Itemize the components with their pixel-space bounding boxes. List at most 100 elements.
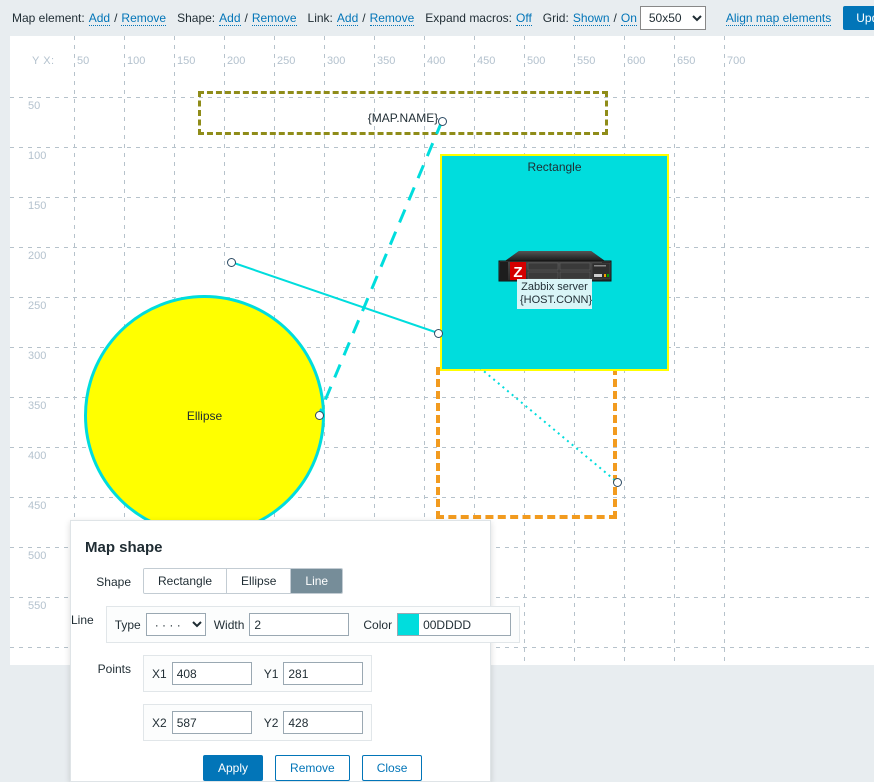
ruler-x-tick: 500 <box>527 55 546 67</box>
shape-option-ellipse[interactable]: Ellipse <box>227 569 292 593</box>
ruler-x-tick: 400 <box>427 55 446 67</box>
expand-macros-label: Expand macros: <box>425 11 512 25</box>
ruler-y-tick: 150 <box>28 200 47 212</box>
ruler-x-tick: 700 <box>727 55 746 67</box>
map-name-shape[interactable]: {MAP.NAME} <box>198 91 608 135</box>
grid-label: Grid: <box>542 11 569 25</box>
handle-rect-topleft[interactable] <box>438 117 447 126</box>
element-label-line1: Zabbix server <box>521 281 588 293</box>
separator-4: / <box>613 11 617 25</box>
link-group: Link: Add / Remove <box>308 11 416 26</box>
grid-group: Grid: Shown / On 20x2040x4050x5075x75100… <box>543 6 706 30</box>
y2-label: Y2 <box>263 715 279 730</box>
shape-label: Shape: <box>177 11 216 25</box>
line-color-input[interactable] <box>419 613 512 636</box>
apply-button[interactable]: Apply <box>203 755 264 781</box>
ruler-x-tick: 50 <box>77 55 90 67</box>
separator-3: / <box>362 11 366 25</box>
ruler-y-tick: 550 <box>28 600 47 612</box>
map-element-remove-link[interactable]: Remove <box>121 11 167 26</box>
shape-option-rectangle[interactable]: Rectangle <box>144 569 228 593</box>
ruler-x-tick: 300 <box>327 55 346 67</box>
shape-remove-link[interactable]: Remove <box>251 11 297 26</box>
close-button[interactable]: Close <box>361 755 423 781</box>
map-element-label[interactable]: Zabbix server {HOST.CONN} <box>517 279 592 309</box>
handle-rect-bottomleft[interactable] <box>434 329 443 338</box>
handle-ellipse-right[interactable] <box>315 411 324 420</box>
remove-button[interactable]: Remove <box>275 755 350 781</box>
shape-row: Shape Rectangle Ellipse Line <box>71 568 490 594</box>
grid-size-select[interactable]: 20x2040x4050x5075x75100x100 <box>639 6 706 30</box>
ruler-x-tick: 200 <box>227 55 246 67</box>
map-shape-dialog: Map shape Shape Rectangle Ellipse Line Lin… <box>70 520 521 782</box>
x2-label: X2 <box>152 715 167 730</box>
update-button[interactable]: Update <box>843 6 874 30</box>
align-map-elements-link[interactable]: Align map elements <box>725 11 832 26</box>
handle-line-end[interactable] <box>613 478 622 487</box>
ruler-y-tick: 500 <box>28 550 47 562</box>
grid-line-vertical <box>674 36 675 665</box>
shape-group: Shape: Add / Remove <box>177 11 297 26</box>
y2-input[interactable] <box>283 711 364 734</box>
width-label: Width <box>213 617 245 632</box>
separator-1: / <box>114 11 118 25</box>
ruler-y-tick: 400 <box>28 450 47 462</box>
link-remove-link[interactable]: Remove <box>369 11 415 26</box>
shape-field-label: Shape <box>96 575 131 589</box>
ruler-y-tick: 450 <box>28 500 47 512</box>
map-editor-toolbar: Map element: Add / Remove Shape: Add / R… <box>0 0 874 36</box>
grid-line-vertical <box>724 36 725 665</box>
map-element-add-link[interactable]: Add <box>88 11 111 26</box>
expand-macros-toggle[interactable]: Off <box>516 11 532 26</box>
shape-option-line[interactable]: Line <box>291 569 343 593</box>
grid-on-toggle[interactable]: On <box>620 11 637 26</box>
ruler-x-tick: 600 <box>627 55 646 67</box>
point-1-box: X1 Y1 <box>143 655 373 692</box>
dialog-title: Map shape <box>85 539 163 556</box>
map-name-text: {MAP.NAME} <box>367 111 439 125</box>
ruler-y-tick: 350 <box>28 400 47 412</box>
grid-line-horizontal <box>10 147 874 148</box>
shape-add-link[interactable]: Add <box>219 11 241 26</box>
ruler-x-tick: 100 <box>127 55 146 67</box>
ellipse-shape[interactable]: Ellipse <box>84 295 325 536</box>
points-field-label-spacer <box>71 704 131 711</box>
line-field-label: Line <box>71 613 94 627</box>
points-row-1: Points X1 Y1 <box>71 655 490 692</box>
ellipse-shape-label: Ellipse <box>186 408 223 423</box>
ruler-y-tick: 200 <box>28 250 47 262</box>
points-field-label: Points <box>97 662 131 676</box>
shape-type-segmented-control[interactable]: Rectangle Ellipse Line <box>143 568 344 594</box>
point-2-box: X2 Y2 <box>143 704 373 741</box>
orange-dashed-rectangle-shape[interactable] <box>436 367 617 519</box>
ruler-y-tick: 100 <box>28 150 47 162</box>
ruler-x-tick: 350 <box>377 55 396 67</box>
grid-shown-toggle[interactable]: Shown <box>572 11 610 26</box>
ruler-corner-label: Y X: <box>32 55 55 67</box>
map-element-group: Map element: Add / Remove <box>12 11 167 26</box>
ruler-x-tick: 550 <box>577 55 596 67</box>
x2-input[interactable] <box>171 711 252 734</box>
y1-input[interactable] <box>283 662 364 685</box>
ruler-x-tick: 250 <box>277 55 296 67</box>
ruler-y-tick: 250 <box>28 300 47 312</box>
x1-label: X1 <box>152 666 167 681</box>
points-row-2: X2 Y2 <box>71 704 490 741</box>
ruler-y-tick: 50 <box>28 100 41 112</box>
handle-ellipse-top[interactable] <box>227 258 236 267</box>
separator-2: / <box>244 11 248 25</box>
x1-input[interactable] <box>171 662 252 685</box>
link-label: Link: <box>307 11 333 25</box>
map-element-label: Map element: <box>12 11 85 25</box>
line-width-input[interactable] <box>249 613 350 636</box>
color-swatch[interactable] <box>397 613 420 636</box>
ruler-x-tick: 650 <box>677 55 696 67</box>
line-row: Line Type ─────– – – –· · · ·–·–·–· Widt… <box>71 606 521 643</box>
link-add-link[interactable]: Add <box>336 11 359 26</box>
ruler-y-tick: 300 <box>28 350 47 362</box>
rectangle-shape-label: Rectangle <box>527 160 582 174</box>
line-properties-box: Type ─────– – – –· · · ·–·–·–· Width Col… <box>105 606 521 643</box>
dialog-button-row: Apply Remove Close <box>203 755 490 781</box>
color-label: Color <box>363 617 393 632</box>
line-type-select[interactable]: ─────– – – –· · · ·–·–·–· <box>145 613 206 636</box>
